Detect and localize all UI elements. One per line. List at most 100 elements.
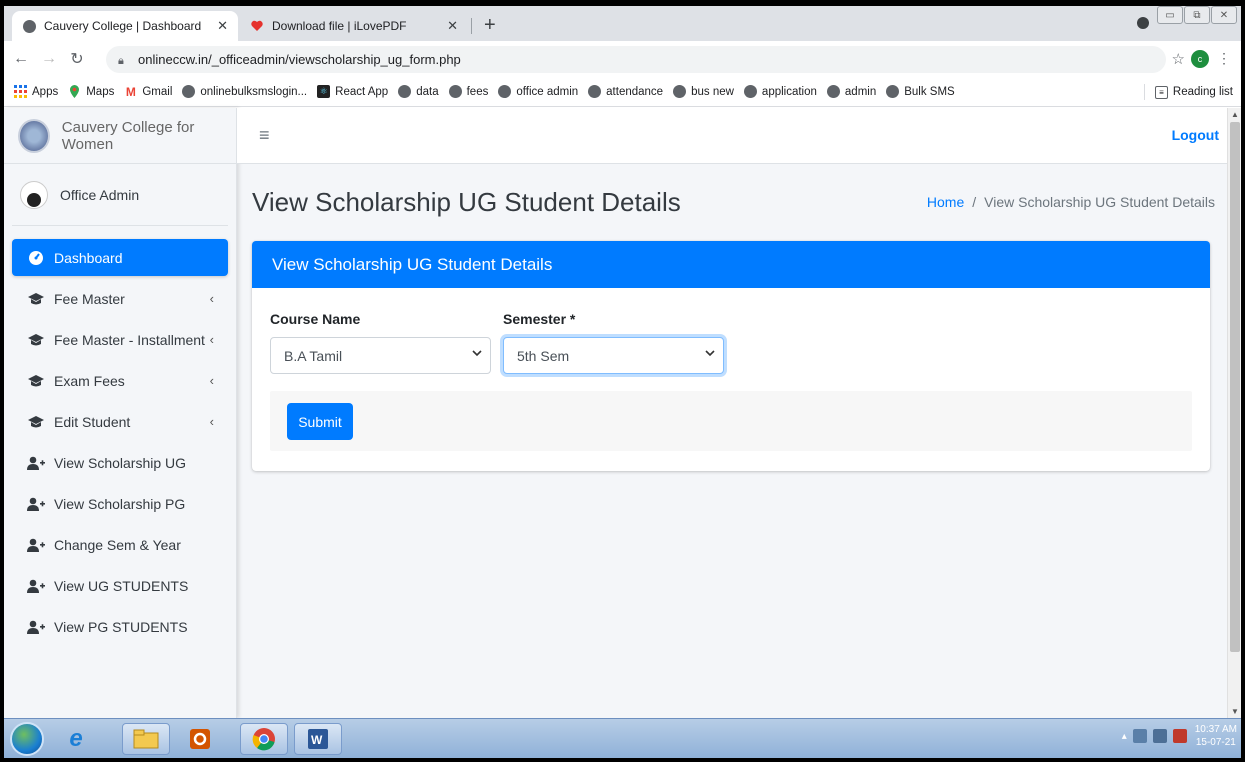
profile-avatar[interactable]: c [1191, 50, 1209, 68]
user-plus-icon [26, 456, 46, 470]
course-select[interactable]: B.A Tamil [270, 337, 491, 374]
bookmark-application[interactable]: application [743, 85, 817, 98]
avatar [20, 180, 48, 209]
sidebar-item-label: Fee Master - Installment [54, 331, 205, 348]
window-controls: ▭ ⧉ ✕ [1156, 6, 1237, 24]
sidebar-item-label: Exam Fees [54, 372, 125, 389]
globe-icon [182, 85, 196, 98]
record-icon [1137, 17, 1149, 29]
bookmark-bulk-sms[interactable]: Bulk SMS [886, 85, 955, 98]
form-row: Course Name B.A Tamil Semester * 5th Sem [270, 311, 736, 374]
sidebar-item-change-sem-year[interactable]: Change Sem & Year [12, 526, 228, 563]
bookmark-apps[interactable]: Apps [14, 85, 58, 98]
sidebar-item-edit-student[interactable]: Edit Student ‹ [12, 403, 228, 440]
back-arrow-icon[interactable]: ← [10, 50, 32, 68]
sidebar-item-view-scholarship-ug[interactable]: View Scholarship UG [12, 444, 228, 481]
user-plus-icon [26, 538, 46, 552]
sidebar-item-exam-fees[interactable]: Exam Fees ‹ [12, 362, 228, 399]
sidebar-item-label: Dashboard [54, 249, 123, 266]
screen: Cauvery College | Dashboard ✕ Download f… [4, 6, 1241, 758]
user-plus-icon [26, 579, 46, 593]
brand[interactable]: Cauvery College for Women [4, 108, 236, 164]
page-scrollbar[interactable]: ▲ ▼ [1227, 108, 1241, 718]
bookmark-bus-new[interactable]: bus new [673, 85, 734, 98]
globe-icon [398, 85, 412, 98]
network-icon[interactable] [1152, 729, 1167, 743]
url-bar[interactable]: 🔒︎ onlineccw.in/_officeadmin/viewscholar… [106, 46, 1166, 73]
scrollbar-thumb[interactable] [1230, 122, 1240, 652]
tab-ilovepdf[interactable]: Download file | iLovePDF ✕ [240, 11, 468, 41]
bookmarks-bar: Apps Maps M Gmail onlinebulksmslogin... … [4, 77, 1241, 107]
sidebar-item-view-scholarship-pg[interactable]: View Scholarship PG [12, 485, 228, 522]
sidebar-item-fee-master-installment[interactable]: Fee Master - Installment ‹ [12, 321, 228, 358]
semester-group: Semester * 5th Sem [503, 311, 724, 374]
globe-icon [498, 85, 512, 98]
tab-title: Cauvery College | Dashboard [44, 19, 202, 33]
user-name[interactable]: Office Admin [60, 187, 139, 203]
graduation-cap-icon [26, 374, 46, 388]
semester-select[interactable]: 5th Sem [503, 337, 724, 374]
bookmark-fees[interactable]: fees [448, 85, 488, 98]
sidebar-item-label: Fee Master [54, 290, 125, 307]
semester-label: Semester * [503, 311, 576, 327]
bookmark-react-app[interactable]: ⚛ React App [317, 85, 388, 98]
word-icon[interactable]: W [294, 723, 342, 755]
reload-icon[interactable]: ↻ [66, 49, 88, 69]
heart-icon [250, 19, 264, 33]
bookmark-star-icon[interactable]: ☆ [1172, 50, 1185, 68]
close-icon[interactable]: ✕ [447, 18, 458, 34]
logout-link[interactable]: Logout [1172, 127, 1219, 143]
card-footer: Submit [270, 391, 1192, 451]
start-button[interactable] [10, 722, 44, 756]
globe-icon [448, 85, 462, 98]
clock[interactable]: 10:37 AM 15-07-21 [1195, 723, 1237, 749]
tab-dashboard[interactable]: Cauvery College | Dashboard ✕ [12, 11, 238, 41]
reading-list-button[interactable]: ≡ Reading list [1143, 84, 1233, 100]
internet-explorer-icon[interactable]: e [52, 723, 100, 755]
globe-icon [743, 85, 757, 98]
sidebar-item-fee-master[interactable]: Fee Master ‹ [12, 280, 228, 317]
forward-arrow-icon[interactable]: → [38, 50, 60, 68]
volume-muted-icon[interactable] [1172, 729, 1187, 743]
sidebar-item-label: View Scholarship UG [54, 454, 187, 471]
menu-icon[interactable]: ⋮ [1217, 50, 1231, 67]
scroll-up-icon[interactable]: ▲ [1231, 110, 1239, 119]
minimize-button[interactable]: ▭ [1157, 6, 1183, 24]
clock-time: 10:37 AM [1194, 724, 1237, 735]
globe-icon [886, 85, 900, 98]
globe-icon [22, 19, 36, 33]
close-window-button[interactable]: ✕ [1211, 6, 1237, 24]
breadcrumb-home[interactable]: Home [927, 194, 964, 210]
hamburger-menu-icon[interactable]: ≡ [259, 125, 270, 146]
breadcrumb: Home / View Scholarship UG Student Details [927, 194, 1215, 210]
bookmark-onlinebulksms[interactable]: onlinebulksmslogin... [182, 85, 307, 98]
semester-value: 5th Sem [517, 347, 570, 364]
user-panel: Office Admin [12, 164, 228, 226]
sidebar-item-view-ug-students[interactable]: View UG STUDENTS [12, 567, 228, 604]
submit-button[interactable]: Submit [287, 403, 353, 440]
chevron-down-icon [705, 349, 715, 360]
sidebar-item-label: Change Sem & Year [54, 536, 181, 553]
chrome-icon[interactable] [240, 723, 288, 755]
maps-icon [68, 85, 81, 98]
bookmark-office-admin[interactable]: office admin [498, 85, 578, 98]
new-tab-button[interactable]: + [484, 14, 496, 37]
bookmark-admin[interactable]: admin [826, 85, 876, 98]
outlook-icon[interactable] [176, 723, 224, 755]
chevron-down-icon [472, 349, 482, 360]
bookmark-gmail[interactable]: M Gmail [124, 85, 173, 99]
bookmark-attendance[interactable]: attendance [588, 85, 663, 98]
scroll-down-icon[interactable]: ▼ [1231, 707, 1239, 716]
sidebar-item-dashboard[interactable]: Dashboard [12, 239, 228, 276]
close-icon[interactable]: ✕ [217, 18, 228, 34]
bookmark-data[interactable]: data [398, 85, 439, 98]
maximize-button[interactable]: ⧉ [1184, 6, 1210, 24]
file-explorer-icon[interactable] [122, 723, 170, 755]
clock-date: 15-07-21 [1195, 737, 1236, 748]
tray-expand-icon[interactable]: ▴ [1122, 731, 1127, 742]
chevron-left-icon: ‹ [209, 291, 214, 306]
sidebar-item-view-pg-students[interactable]: View PG STUDENTS [12, 608, 228, 645]
flag-icon[interactable] [1132, 729, 1147, 743]
svg-text:W: W [311, 733, 323, 747]
bookmark-maps[interactable]: Maps [68, 85, 114, 98]
